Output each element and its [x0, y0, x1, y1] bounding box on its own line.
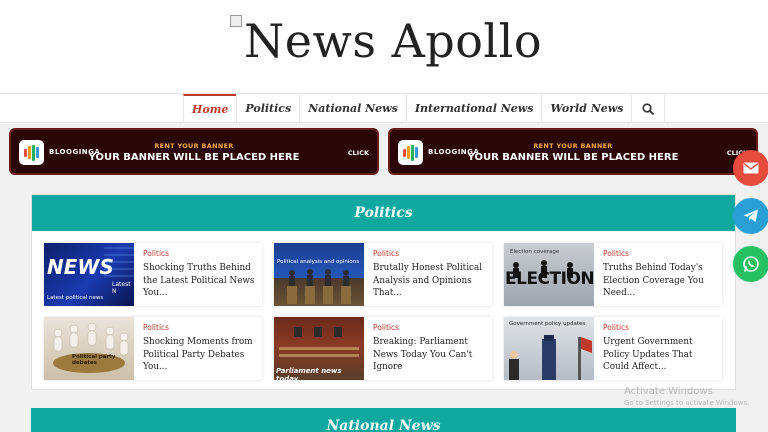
nav-home[interactable]: Home: [183, 94, 237, 123]
news-thumbnail[interactable]: Political party debates: [44, 317, 134, 380]
thumb-caption: Latest political news: [47, 295, 104, 301]
thumb-caption: Political analysis and opinions: [277, 259, 360, 265]
telegram-share-button[interactable]: [733, 198, 768, 234]
thumb-caption: Parliament news today: [276, 367, 342, 380]
politics-section: Politics NEWS Latest N Latest political …: [31, 194, 736, 390]
nav-national-news[interactable]: National News: [299, 94, 406, 123]
news-card[interactable]: NEWS Latest N Latest political news Poli…: [44, 243, 262, 306]
news-thumbnail[interactable]: Government policy updates: [504, 317, 594, 380]
banner-rent-text: RENT YOUR BANNER: [154, 142, 234, 150]
ad-banner-right[interactable]: BLOOGINGA RENT YOUR BANNER YOUR BANNER W…: [388, 128, 758, 175]
card-title[interactable]: Urgent Government Policy Updates That Co…: [603, 336, 717, 374]
card-category[interactable]: Politics: [373, 249, 399, 258]
thumb-side-text: Latest N: [112, 281, 131, 295]
site-logo[interactable]: News Apollo: [230, 14, 542, 70]
whatsapp-icon: [743, 256, 759, 272]
news-thumbnail[interactable]: Parliament news today: [274, 317, 364, 380]
windows-activation-watermark: Activate Windows Go to Settings to activ…: [624, 386, 749, 407]
card-category[interactable]: Politics: [603, 249, 629, 258]
news-card[interactable]: Government policy updates Politics Urgen…: [504, 317, 722, 380]
news-thumbnail[interactable]: NEWS Latest N Latest political news: [44, 243, 134, 306]
banner-main-text: YOUR BANNER WILL BE PLACED HERE: [467, 152, 679, 163]
card-title[interactable]: Brutally Honest Political Analysis and O…: [373, 262, 487, 300]
card-title[interactable]: Breaking: Parliament News Today You Can'…: [373, 336, 487, 374]
card-category[interactable]: Politics: [603, 323, 629, 332]
nav-world-news[interactable]: World News: [541, 94, 631, 123]
news-card[interactable]: Election coverage ELECTION Politics Trut…: [504, 243, 722, 306]
thumb-caption: Political party debates: [72, 354, 116, 366]
broken-image-icon: [230, 15, 242, 27]
news-card[interactable]: Parliament news today Politics Breaking:…: [274, 317, 492, 380]
banner-main-text: YOUR BANNER WILL BE PLACED HERE: [88, 152, 300, 163]
news-card[interactable]: Political party debates Politics Shockin…: [44, 317, 262, 380]
news-thumbnail[interactable]: Political analysis and opinions: [274, 243, 364, 306]
email-share-button[interactable]: [733, 150, 768, 186]
card-category[interactable]: Politics: [143, 323, 169, 332]
news-card[interactable]: Political analysis and opinions Politics…: [274, 243, 492, 306]
email-icon: [743, 162, 759, 174]
banner-rent-text: RENT YOUR BANNER: [533, 142, 613, 150]
whatsapp-share-button[interactable]: [733, 246, 768, 282]
search-button[interactable]: [631, 94, 666, 123]
news-thumbnail[interactable]: Election coverage ELECTION: [504, 243, 594, 306]
card-title[interactable]: Shocking Truths Behind the Latest Politi…: [143, 262, 257, 300]
thumb-caption: Government policy updates: [509, 321, 586, 327]
main-navigation: Home Politics National News Internationa…: [0, 93, 768, 123]
banner-click-text: CLICK: [347, 149, 369, 157]
watermark-subtitle: Go to Settings to activate Windows.: [624, 399, 750, 407]
pawn-figures-graphic: [53, 322, 129, 373]
thumb-big-text: NEWS: [47, 255, 114, 279]
telegram-icon: [743, 209, 758, 222]
watermark-title: Activate Windows: [624, 386, 713, 397]
nav-politics[interactable]: Politics: [236, 94, 299, 123]
card-title[interactable]: Truths Behind Today's Election Coverage …: [603, 262, 717, 300]
politics-section-heading[interactable]: Politics: [32, 195, 735, 231]
card-category[interactable]: Politics: [143, 249, 169, 258]
card-category[interactable]: Politics: [373, 323, 399, 332]
site-header: News Apollo: [0, 0, 768, 93]
national-news-section-heading[interactable]: National News: [31, 408, 736, 432]
search-icon: [642, 102, 655, 115]
ad-banner-left[interactable]: BLOOGINGA RENT YOUR BANNER YOUR BANNER W…: [9, 128, 379, 175]
card-title[interactable]: Shocking Moments from Political Party De…: [143, 336, 257, 374]
site-title: News Apollo: [244, 14, 543, 68]
podium-figures-graphic: [287, 269, 351, 304]
nav-international-news[interactable]: International News: [405, 94, 542, 123]
crowd-silhouette-graphic: [513, 260, 573, 278]
